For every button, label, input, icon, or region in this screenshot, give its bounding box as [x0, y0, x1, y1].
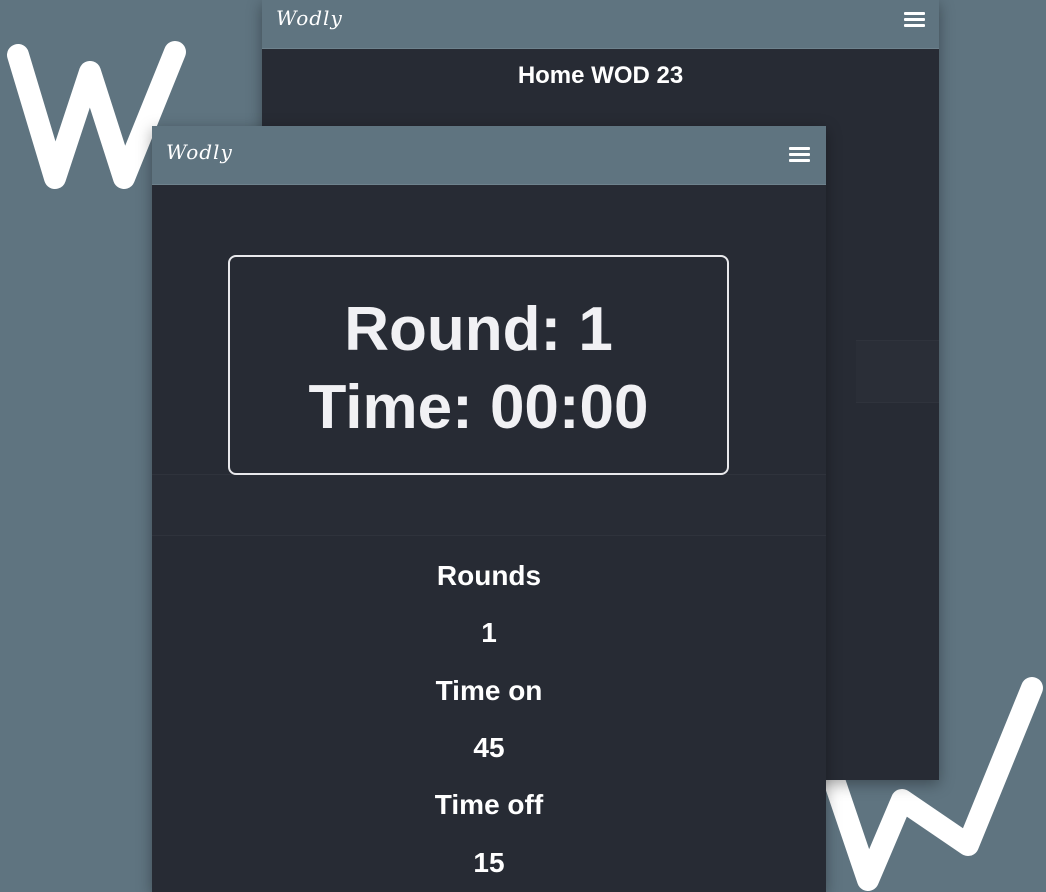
time-on-label: Time on — [435, 675, 543, 706]
list-divider — [856, 340, 939, 403]
time-counter: Time: 00:00 — [308, 373, 649, 442]
wodly-logo[interactable]: Wodly — [276, 6, 343, 30]
navbar: Wodly — [262, 0, 939, 49]
round-counter: Round: 1 — [344, 295, 613, 364]
hamburger-menu-icon[interactable] — [789, 147, 810, 162]
timer-display: Round: 1 Time: 00:00 — [228, 255, 729, 475]
rounds-value[interactable]: 1 — [152, 617, 826, 649]
workout-title: Home WOD 23 — [517, 62, 684, 89]
section-divider — [152, 474, 826, 536]
time-off-value[interactable]: 15 — [152, 847, 826, 879]
timer-app-screen: Wodly Round: 1 Time: 00:00 Rounds 1 Time… — [152, 126, 826, 892]
wodly-logo[interactable]: Wodly — [166, 140, 233, 164]
navbar: Wodly — [152, 126, 826, 185]
rounds-label: Rounds — [436, 560, 542, 591]
hamburger-menu-icon[interactable] — [904, 12, 925, 27]
time-on-value[interactable]: 45 — [152, 732, 826, 764]
time-off-label: Time off — [434, 789, 544, 820]
